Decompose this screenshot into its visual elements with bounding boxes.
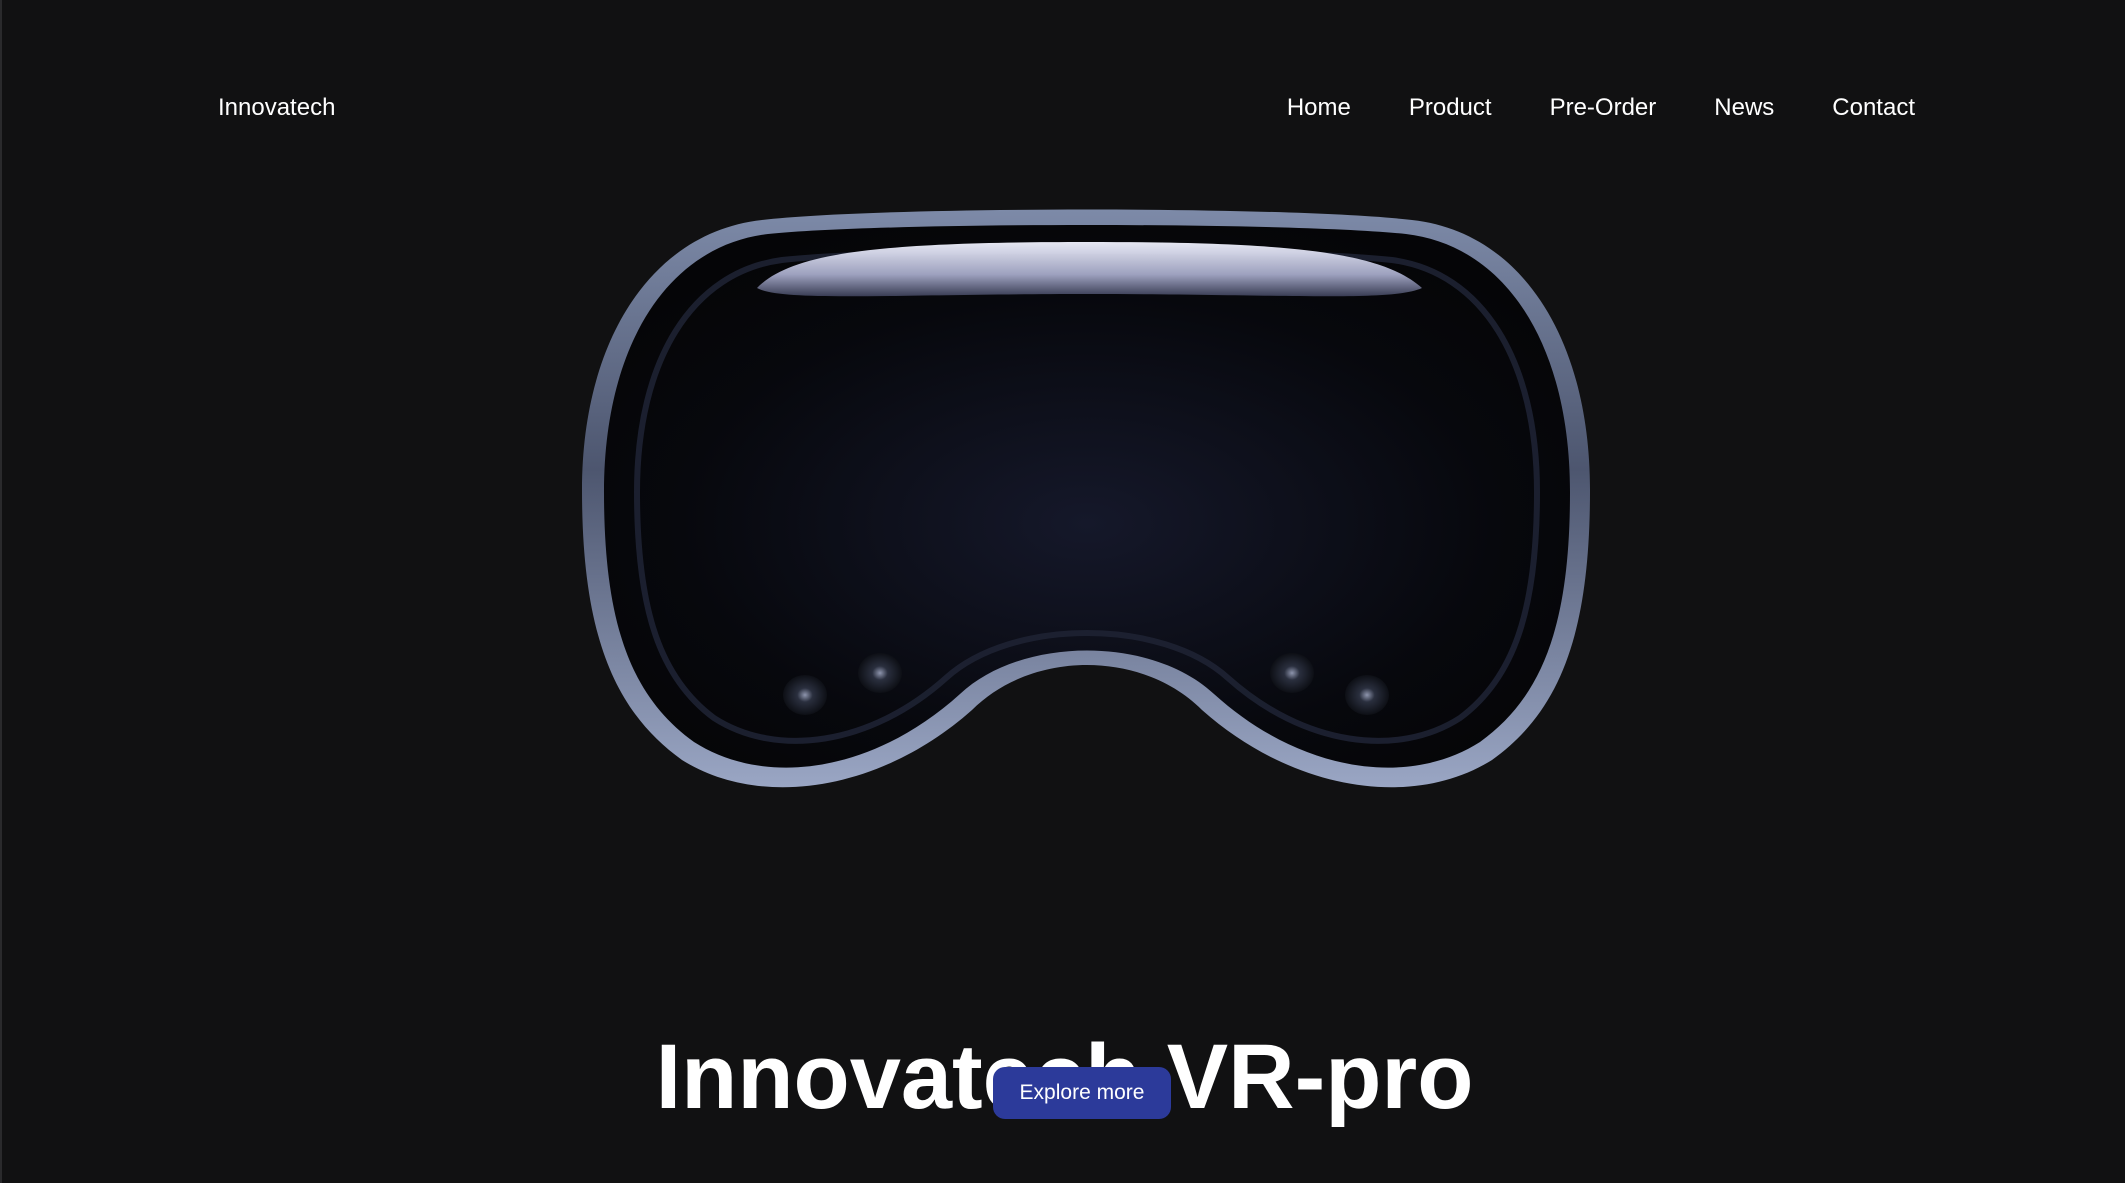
nav-pre-order[interactable]: Pre-Order xyxy=(1550,92,1657,124)
vr-headset-icon xyxy=(562,190,1612,800)
nav-home[interactable]: Home xyxy=(1287,92,1351,124)
nav-contact[interactable]: Contact xyxy=(1832,92,1915,124)
nav-news[interactable]: News xyxy=(1714,92,1774,124)
explore-more-button[interactable]: Explore more xyxy=(993,1067,1171,1119)
page: Innovatech Home Product Pre-Order News C… xyxy=(0,0,2125,1183)
nav-product[interactable]: Product xyxy=(1409,92,1492,124)
main-nav: Home Product Pre-Order News Contact xyxy=(1287,92,1915,124)
brand-logo-text[interactable]: Innovatech xyxy=(218,92,335,124)
